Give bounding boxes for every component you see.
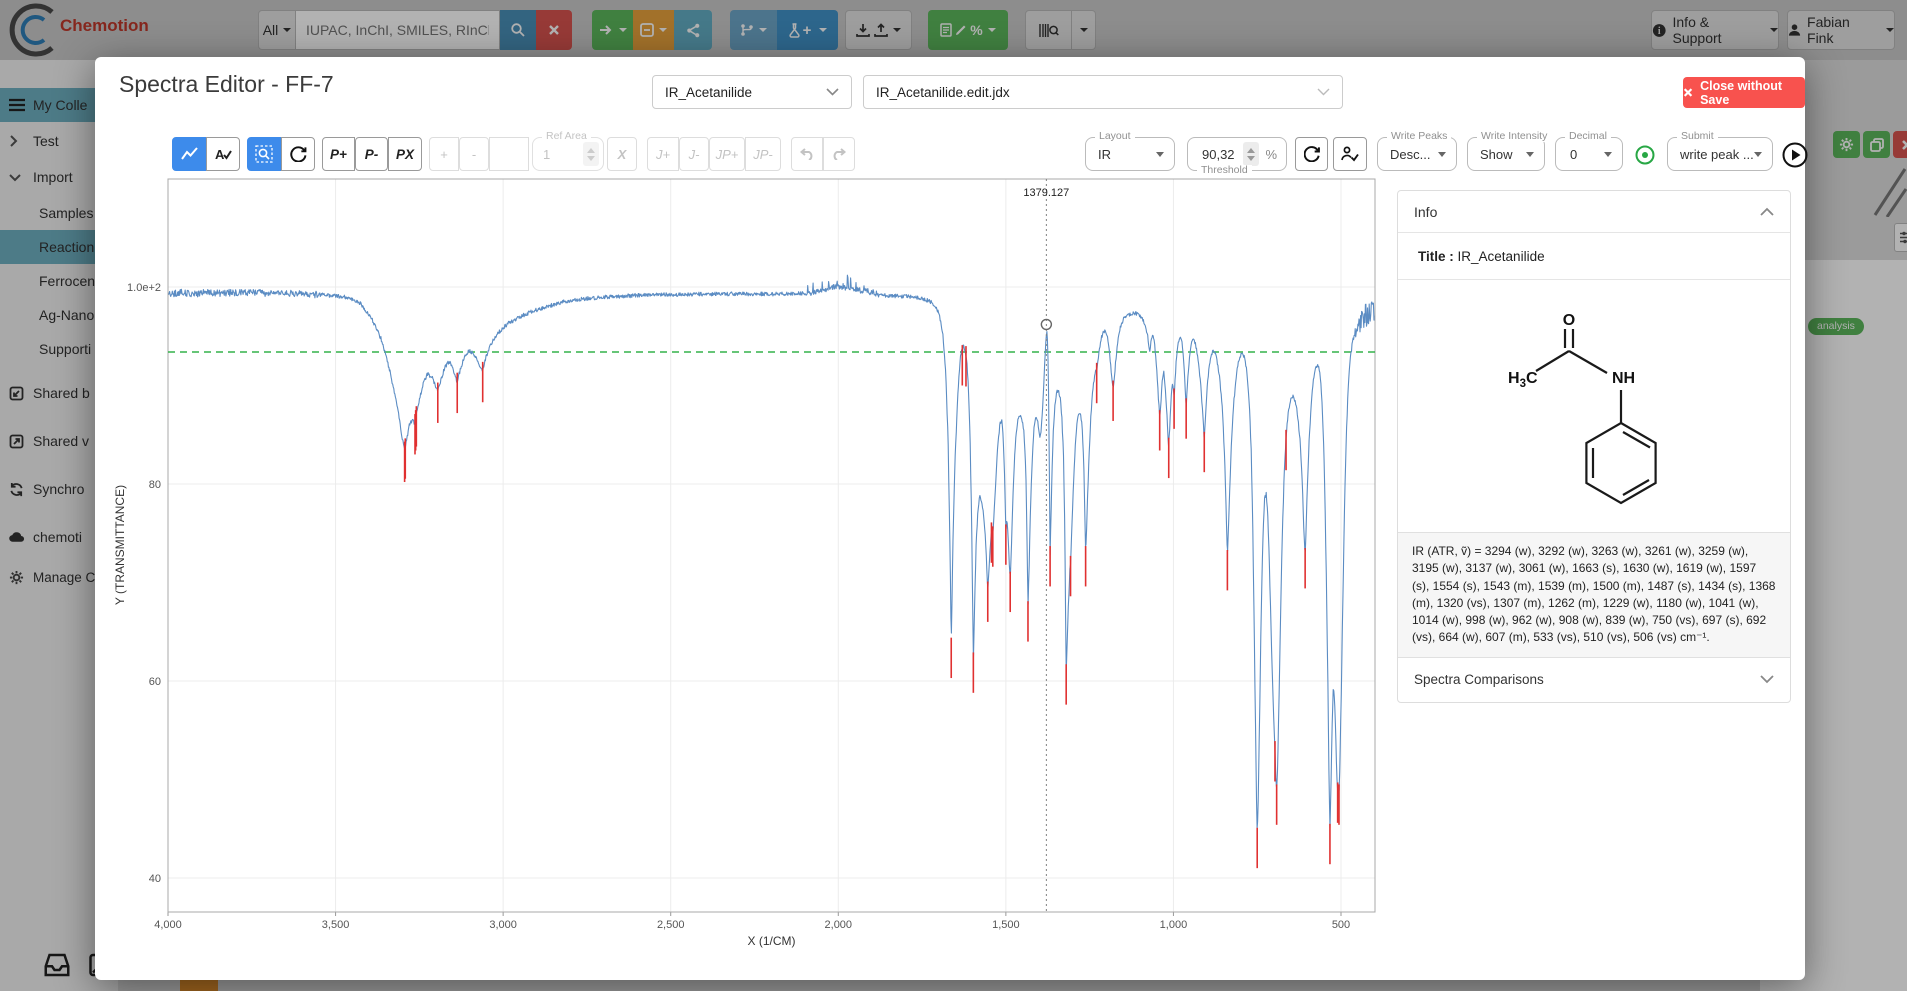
integral-remove-button: -	[459, 137, 489, 171]
chevron-down-icon	[1317, 88, 1330, 96]
svg-text:4,000: 4,000	[154, 919, 182, 931]
ir-peaks-text: IR (ATR, ṽ) = 3294 (w), 3292 (w), 3263 (…	[1398, 532, 1790, 658]
zoom-select-button[interactable]	[247, 137, 281, 171]
integral-add-button: +	[429, 137, 459, 171]
caret-icon	[1754, 152, 1762, 157]
person-check-icon	[1341, 146, 1359, 162]
close-icon	[1683, 87, 1693, 98]
methyl-label: H3C	[1508, 370, 1538, 390]
play-icon	[1781, 141, 1809, 169]
zoom-area-icon	[255, 145, 273, 163]
caret-icon	[1526, 152, 1534, 157]
integral-value-input	[489, 137, 529, 171]
decimal-select[interactable]: Decimal 0	[1555, 137, 1623, 171]
predict-button[interactable]	[1333, 137, 1367, 171]
submit-select[interactable]: Submit write peak ...	[1667, 137, 1773, 171]
svg-text:1.0e+2: 1.0e+2	[127, 282, 161, 294]
spectra-comparisons-header[interactable]: Spectra Comparisons	[1398, 658, 1790, 702]
y-axis-title: Y (TRANSMITTANCE)	[113, 485, 127, 605]
chevron-down-icon	[1760, 675, 1774, 684]
amide-label: NH	[1612, 370, 1635, 387]
molecule-structure: O H3C NH	[1398, 280, 1790, 532]
svg-text:1,000: 1,000	[1160, 919, 1188, 931]
svg-text:60: 60	[149, 676, 161, 688]
threshold-stepper[interactable]	[1243, 142, 1259, 166]
caret-icon	[1438, 152, 1446, 157]
svg-text:2,000: 2,000	[825, 919, 853, 931]
auto-peak-button[interactable]: A	[206, 137, 240, 171]
peak-add-button[interactable]: P+	[322, 137, 355, 171]
write-peaks-select[interactable]: Write Peaks Desc...	[1377, 137, 1457, 171]
svg-text:3,000: 3,000	[489, 919, 517, 931]
submit-run-button[interactable]	[1781, 141, 1809, 169]
rotate-icon	[290, 146, 307, 162]
screen: Chemotion All +	[0, 0, 1907, 991]
refresh-button[interactable]	[1295, 137, 1328, 171]
ref-area-stepper	[583, 142, 599, 166]
write-intensity-select[interactable]: Write Intensity Show	[1467, 137, 1545, 171]
target-icon	[1632, 142, 1658, 168]
redo-icon	[831, 148, 847, 160]
spectra-toolbar: A P+ P- PX + - Ref Area 1 X J+ J- JP+	[95, 130, 1805, 180]
ref-area-field: Ref Area 1	[532, 137, 604, 171]
chevron-down-icon	[826, 88, 839, 96]
redo-button	[823, 137, 855, 171]
close-without-save-button[interactable]: Close without Save	[1683, 77, 1805, 108]
a-check-icon: A	[214, 146, 232, 162]
caret-icon	[1156, 152, 1164, 157]
line-chart-icon	[181, 147, 198, 161]
svg-text:A: A	[215, 147, 225, 162]
spectra-editor-modal: Spectra Editor - FF-7 IR_Acetanilide IR_…	[95, 57, 1805, 980]
jp-add-button: JP+	[709, 137, 745, 171]
caret-icon	[1604, 152, 1612, 157]
integral-clear-button: X	[607, 137, 637, 171]
spectrum-file-select[interactable]: IR_Acetanilide	[652, 75, 852, 109]
x-axis-title: X (1/CM)	[748, 934, 796, 948]
svg-text:3,500: 3,500	[322, 919, 350, 931]
svg-text:500: 500	[1332, 919, 1350, 931]
info-accordion-header[interactable]: Info	[1398, 191, 1790, 232]
reset-zoom-button[interactable]	[281, 137, 315, 171]
target-button[interactable]	[1632, 142, 1658, 168]
ir-spectrum-chart[interactable]: 4,000 3,500 3,000 2,500 2,000 1,500 1,000 500 1.…	[110, 175, 1382, 955]
chevron-up-icon	[1760, 207, 1774, 216]
svg-text:1,500: 1,500	[992, 919, 1020, 931]
svg-text:80: 80	[149, 479, 161, 491]
line-mode-button[interactable]	[172, 137, 206, 171]
refresh-icon	[1304, 146, 1320, 162]
info-panel: Info Title : IR_Acetanilide	[1397, 190, 1791, 703]
undo-icon	[799, 148, 815, 160]
modal-title: Spectra Editor - FF-7	[119, 71, 334, 98]
spectrum-title-row: Title : IR_Acetanilide	[1398, 232, 1790, 280]
acetanilide-structure-drawing: O H3C NH	[1474, 291, 1714, 521]
peak-remove-button[interactable]: P-	[355, 137, 388, 171]
threshold-field[interactable]: Threshold 90,32 %	[1187, 137, 1287, 171]
undo-button	[791, 137, 823, 171]
oxygen-label: O	[1563, 312, 1575, 329]
peak-clear-button[interactable]: PX	[388, 137, 422, 171]
cursor-label: 1379.127	[1023, 187, 1069, 199]
svg-text:40: 40	[149, 873, 161, 885]
jp-remove-button: JP-	[745, 137, 781, 171]
j-add-button: J+	[647, 137, 679, 171]
svg-text:2,500: 2,500	[657, 919, 685, 931]
layout-select[interactable]: Layout IR	[1085, 137, 1175, 171]
j-remove-button: J-	[679, 137, 709, 171]
edit-file-select[interactable]: IR_Acetanilide.edit.jdx	[863, 75, 1343, 109]
